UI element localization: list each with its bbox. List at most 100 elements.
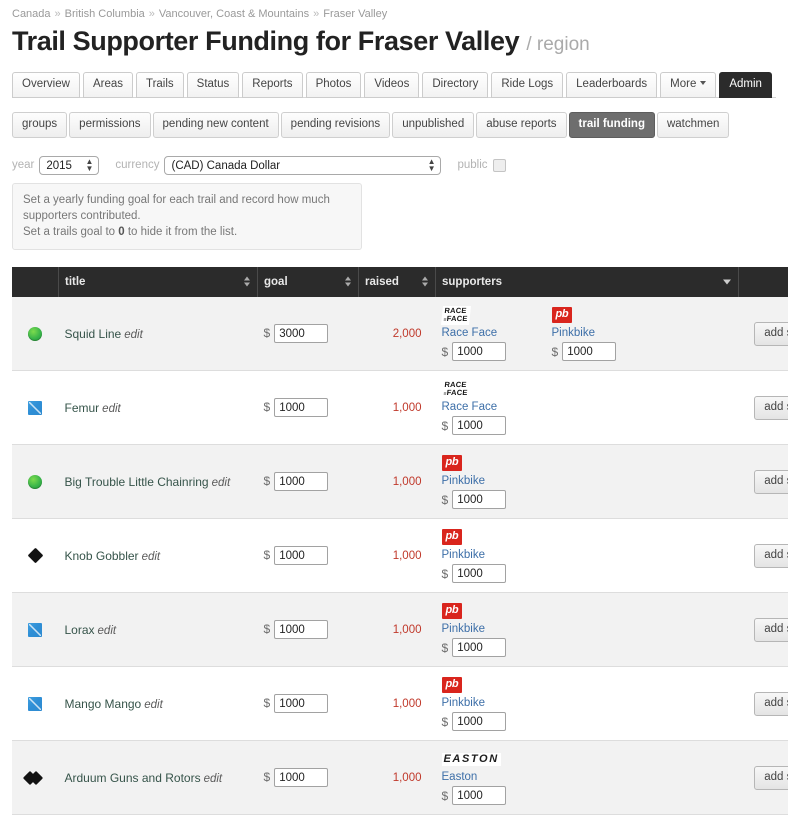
supporter-amount-input[interactable] (452, 342, 506, 361)
supporter-amount-input[interactable] (452, 712, 506, 731)
add-supporter-button[interactable]: add supporter (754, 470, 788, 494)
tab-videos[interactable]: Videos (364, 72, 419, 98)
subtab-permissions[interactable]: permissions (69, 112, 150, 138)
column-header-title[interactable]: title (59, 267, 258, 297)
edit-trail-link[interactable]: edit (144, 699, 163, 711)
raised-amount: 2,000 (393, 328, 422, 340)
supporter-name-link[interactable]: Easton (442, 771, 552, 783)
goal-input[interactable] (274, 324, 328, 343)
breadcrumb-item-1[interactable]: Canada (12, 8, 51, 20)
cell-raised: 1,000 (359, 445, 436, 519)
edit-trail-link[interactable]: edit (142, 551, 161, 563)
goal-input[interactable] (274, 620, 328, 639)
tab-leaderboards[interactable]: Leaderboards (566, 72, 657, 98)
breadcrumb: Canada»British Columbia»Vancouver, Coast… (12, 0, 776, 22)
trail-name-link[interactable]: Knob Gobbleredit (65, 549, 161, 563)
subtab-pending-revisions[interactable]: pending revisions (281, 112, 391, 138)
supporter-amount-input[interactable] (452, 490, 506, 509)
edit-trail-link[interactable]: edit (102, 403, 121, 415)
cell-actions: add supporter (739, 445, 788, 519)
table-row: Knob Gobbleredit$1,000pbPinkbike$add sup… (12, 519, 788, 593)
supporter-amount-input[interactable] (452, 638, 506, 657)
add-supporter-button[interactable]: add supporter (754, 322, 788, 346)
sort-updown-icon[interactable] (421, 277, 429, 288)
tab-label: Videos (374, 78, 409, 90)
edit-trail-link[interactable]: edit (98, 625, 117, 637)
page-root: Canada»British Columbia»Vancouver, Coast… (0, 0, 788, 815)
cell-raised: 1,000 (359, 667, 436, 741)
year-select[interactable]: 2015 (39, 156, 99, 175)
tab-more[interactable]: More (660, 72, 716, 98)
cell-title: Squid Lineedit (59, 297, 258, 371)
add-supporter-button[interactable]: add supporter (754, 544, 788, 568)
supporter-name-link[interactable]: Pinkbike (442, 697, 552, 709)
subtab-groups[interactable]: groups (12, 112, 67, 138)
subtab-watchmen[interactable]: watchmen (657, 112, 729, 138)
goal-input[interactable] (274, 694, 328, 713)
currency-select[interactable]: (CAD) Canada Dollar (164, 156, 441, 175)
tab-trails[interactable]: Trails (136, 72, 184, 98)
sort-updown-icon[interactable] (243, 277, 251, 288)
supporter-amount-input[interactable] (562, 342, 616, 361)
add-supporter-button[interactable]: add supporter (754, 766, 788, 790)
cell-goal: $ (258, 741, 359, 815)
trail-name-link[interactable]: Big Trouble Little Chainringedit (65, 475, 231, 489)
goal-input[interactable] (274, 768, 328, 787)
subtab-unpublished[interactable]: unpublished (392, 112, 474, 138)
cell-raised: 2,000 (359, 297, 436, 371)
difficulty-green-circle-icon (28, 475, 42, 489)
tab-ride-logs[interactable]: Ride Logs (491, 72, 563, 98)
goal-input[interactable] (274, 546, 328, 565)
tab-admin[interactable]: Admin (719, 72, 772, 98)
cell-actions: add supporter (739, 519, 788, 593)
supporter-name-link[interactable]: Pinkbike (552, 327, 662, 339)
public-checkbox[interactable] (493, 159, 506, 172)
subtab-trail-funding[interactable]: trail funding (569, 112, 655, 138)
edit-trail-link[interactable]: edit (124, 329, 143, 341)
supporter-name-link[interactable]: Pinkbike (442, 475, 552, 487)
supporter-name-link[interactable]: Pinkbike (442, 623, 552, 635)
tab-status[interactable]: Status (187, 72, 240, 98)
table-row: Arduum Guns and Rotorsedit$1,000EASTONEa… (12, 741, 788, 815)
goal-input[interactable] (274, 398, 328, 417)
edit-trail-link[interactable]: edit (204, 773, 223, 785)
tab-overview[interactable]: Overview (12, 72, 80, 98)
breadcrumb-item-3[interactable]: Vancouver, Coast & Mountains (159, 8, 309, 20)
tab-directory[interactable]: Directory (422, 72, 488, 98)
goal-input[interactable] (274, 472, 328, 491)
currency-symbol: $ (442, 789, 449, 803)
info-box: Set a yearly funding goal for each trail… (12, 183, 362, 250)
supporter-name-link[interactable]: Race Face (442, 401, 552, 413)
trail-name-link[interactable]: Femuredit (65, 401, 121, 415)
column-header-raised[interactable]: raised (359, 267, 436, 297)
supporter-amount-input[interactable] (452, 416, 506, 435)
trail-name-link[interactable]: Loraxedit (65, 623, 117, 637)
tab-areas[interactable]: Areas (83, 72, 133, 98)
supporter-amount-input[interactable] (452, 786, 506, 805)
supporter-name-link[interactable]: Race Face (442, 327, 552, 339)
cell-actions: add supporter (739, 667, 788, 741)
column-header-supporters[interactable]: supporters (436, 267, 739, 297)
trail-name-link[interactable]: Squid Lineedit (65, 327, 143, 341)
table-header-row: titlegoalraisedsupporters (12, 267, 788, 297)
trail-name-link[interactable]: Arduum Guns and Rotorsedit (65, 771, 223, 785)
cell-supporters: pbPinkbike$ (436, 593, 739, 667)
breadcrumb-item-2[interactable]: British Columbia (65, 8, 145, 20)
supporter-item: pbPinkbike$ (552, 306, 662, 361)
chevron-down-icon[interactable] (723, 280, 731, 285)
add-supporter-button[interactable]: add supporter (754, 618, 788, 642)
subtab-abuse-reports[interactable]: abuse reports (476, 112, 566, 138)
page-title: Trail Supporter Funding for Fraser Valle… (12, 26, 776, 57)
tab-photos[interactable]: Photos (306, 72, 362, 98)
edit-trail-link[interactable]: edit (212, 477, 231, 489)
sort-updown-icon[interactable] (344, 277, 352, 288)
trail-name-link[interactable]: Mango Mangoedit (65, 697, 163, 711)
supporter-name-link[interactable]: Pinkbike (442, 549, 552, 561)
add-supporter-button[interactable]: add supporter (754, 396, 788, 420)
column-header-goal[interactable]: goal (258, 267, 359, 297)
tab-reports[interactable]: Reports (242, 72, 302, 98)
add-supporter-button[interactable]: add supporter (754, 692, 788, 716)
subtab-pending-new-content[interactable]: pending new content (153, 112, 279, 138)
supporter-amount-input[interactable] (452, 564, 506, 583)
tab-label: More (670, 78, 696, 90)
